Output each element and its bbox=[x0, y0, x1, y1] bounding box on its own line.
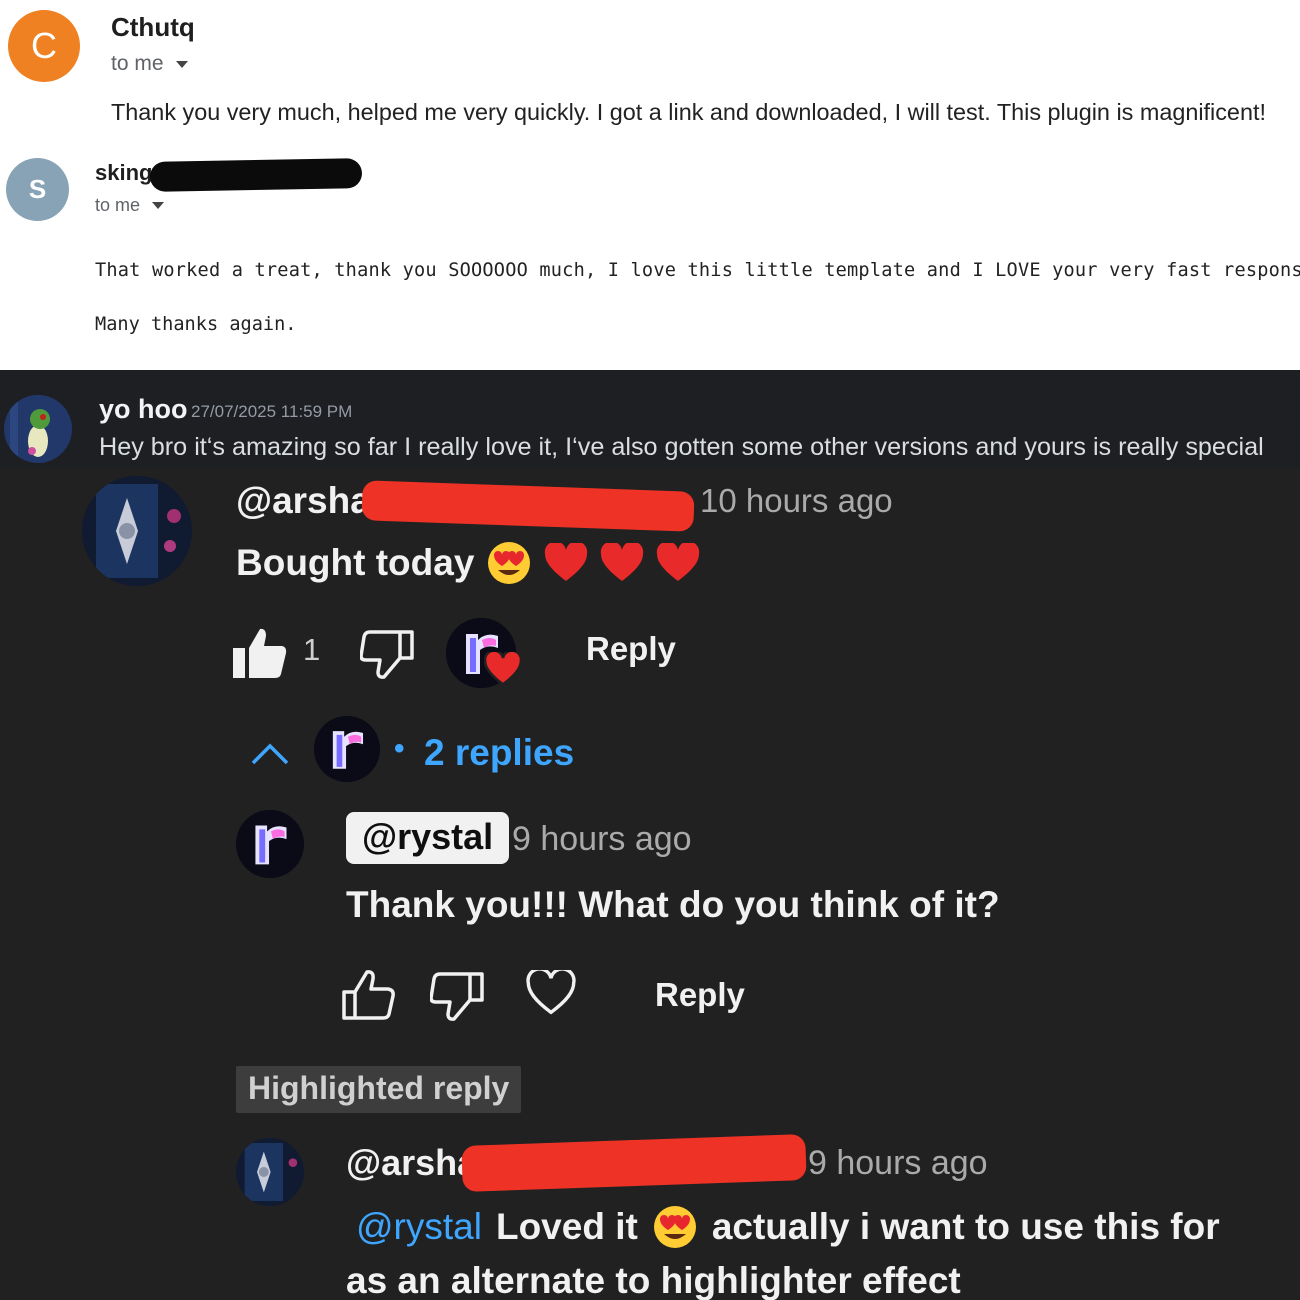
creator-handle-badge[interactable]: @rystal bbox=[346, 812, 510, 864]
sender-avatar: C bbox=[8, 10, 80, 82]
chevron-up-icon[interactable] bbox=[250, 742, 290, 766]
highlighted-reply-text: Highlighted reply bbox=[248, 1070, 510, 1106]
heart-eyes-emoji-icon bbox=[653, 1206, 696, 1248]
discord-message: yo hoo 27/07/2025 11:59 PM Hey bro it‘s … bbox=[0, 370, 1300, 468]
username[interactable]: yo hoo bbox=[99, 394, 188, 425]
reply-time[interactable]: 9 hours ago bbox=[808, 1144, 988, 1183]
highlighted-reply-label: Highlighted reply bbox=[236, 1066, 522, 1113]
thumbs-down-icon[interactable] bbox=[430, 970, 484, 1022]
email-body-line: That worked a treat, thank you SOOOOOO m… bbox=[95, 260, 1300, 281]
thumbs-up-icon[interactable] bbox=[340, 968, 396, 1022]
reply-button[interactable]: Reply bbox=[586, 630, 676, 668]
heart-icon bbox=[545, 543, 588, 581]
email-body: Thank you very much, helped me very quic… bbox=[111, 99, 1266, 125]
thumbs-up-filled-icon[interactable] bbox=[230, 626, 288, 680]
chevron-down-icon bbox=[152, 202, 165, 209]
avatar-letter: C bbox=[31, 25, 57, 66]
heart-eyes-emoji-icon bbox=[488, 542, 531, 584]
youtube-comments: @arshad 10 hours ago Bought today 1 Repl… bbox=[0, 468, 1300, 1300]
reply-text: Thank you!!! What do you think of it? bbox=[346, 884, 1000, 925]
reply-time[interactable]: 9 hours ago bbox=[512, 820, 692, 859]
recipient-toggle[interactable]: to me bbox=[111, 52, 188, 76]
sender-avatar: S bbox=[6, 158, 69, 221]
email-body-line: Many thanks again. bbox=[95, 314, 297, 335]
chevron-down-icon bbox=[175, 60, 188, 68]
user-avatar[interactable] bbox=[4, 395, 72, 463]
reply-text-part: actually i want to use this for bbox=[711, 1206, 1220, 1247]
sender-name: sking bbox=[95, 160, 153, 185]
message-text: Hey bro it‘s amazing so far I really lov… bbox=[99, 433, 1264, 461]
recipient-label: to me bbox=[95, 195, 141, 215]
thumbs-down-icon[interactable] bbox=[360, 628, 414, 680]
commenter-avatar[interactable] bbox=[82, 476, 192, 586]
reply-text-part: Loved it bbox=[495, 1206, 638, 1247]
redaction-mark bbox=[149, 158, 363, 192]
creator-heart-icon bbox=[484, 652, 522, 686]
comment-time[interactable]: 10 hours ago bbox=[700, 482, 893, 520]
recipient-toggle[interactable]: to me bbox=[95, 195, 165, 216]
reply-handle: @rystal bbox=[362, 816, 494, 857]
comment-text-content: Bought today bbox=[236, 542, 475, 583]
replies-toggle-button[interactable]: 2 replies bbox=[424, 732, 574, 774]
timestamp: 27/07/2025 11:59 PM bbox=[191, 402, 353, 421]
heart-icon bbox=[601, 543, 644, 581]
reply-handle[interactable]: @arsha bbox=[346, 1142, 477, 1184]
sender-name: Cthutq bbox=[111, 12, 195, 42]
recipient-label: to me bbox=[111, 52, 164, 75]
reply-button[interactable]: Reply bbox=[655, 976, 745, 1014]
like-count: 1 bbox=[303, 632, 321, 667]
replier-avatar bbox=[314, 716, 380, 782]
avatar-letter: S bbox=[28, 174, 47, 204]
reply-avatar[interactable] bbox=[236, 810, 304, 878]
reply-text: @rystal Loved it actually i want to use … bbox=[356, 1204, 1220, 1250]
redaction-mark bbox=[361, 480, 695, 532]
reply-text-line: as an alternate to highlighter effect bbox=[346, 1260, 961, 1300]
heart-outline-icon[interactable] bbox=[526, 970, 576, 1016]
heart-icon bbox=[657, 543, 700, 581]
dot-separator: • bbox=[394, 732, 405, 765]
mention-link[interactable]: @rystal bbox=[356, 1206, 482, 1248]
redaction-mark bbox=[461, 1134, 807, 1192]
reply-avatar[interactable] bbox=[236, 1138, 304, 1206]
comment-text: Bought today bbox=[236, 540, 700, 586]
